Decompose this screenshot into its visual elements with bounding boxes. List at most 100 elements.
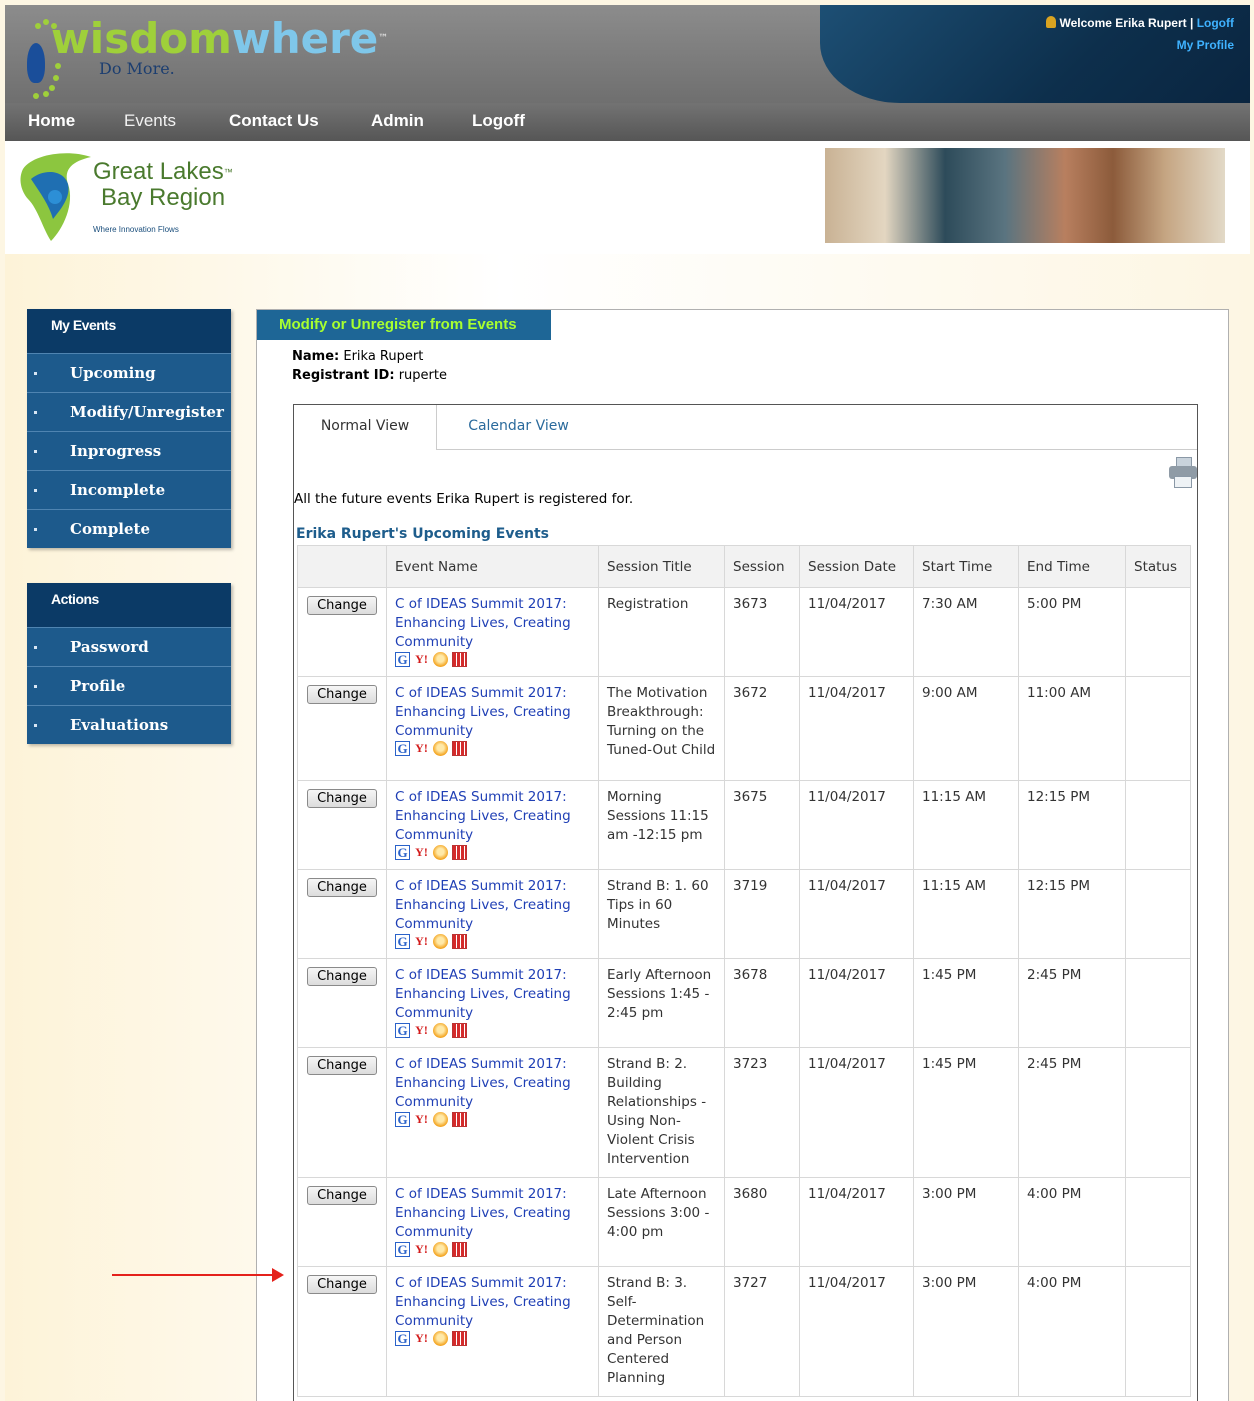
yahoo-calendar-icon[interactable]: Y! <box>414 934 429 949</box>
event-name-cell: C of IDEAS Summit 2017: Enhancing Lives,… <box>386 676 599 781</box>
end-time-cell: 4:00 PM <box>1018 1177 1126 1267</box>
outlook-calendar-icon[interactable] <box>433 1242 448 1257</box>
event-name-link[interactable]: C of IDEAS Summit 2017: Enhancing Lives,… <box>395 966 590 1023</box>
start-time-cell: 1:45 PM <box>913 1047 1019 1178</box>
event-name-link[interactable]: C of IDEAS Summit 2017: Enhancing Lives,… <box>395 1055 590 1112</box>
google-calendar-icon[interactable]: G <box>395 845 410 860</box>
outlook-calendar-icon[interactable] <box>433 1112 448 1127</box>
google-calendar-icon[interactable]: G <box>395 1023 410 1038</box>
sidebar-item-password[interactable]: Password <box>27 627 231 666</box>
event-name-link[interactable]: C of IDEAS Summit 2017: Enhancing Lives,… <box>395 788 590 845</box>
wisdomwhere-logo[interactable]: wisdomwhere™ Do More. <box>27 14 388 99</box>
session-title-cell: Late Afternoon Sessions 3:00 - 4:00 pm <box>598 1177 725 1267</box>
intro-text: All the future events Erika Rupert is re… <box>294 491 634 507</box>
sidebar-item-evaluations[interactable]: Evaluations <box>27 705 231 744</box>
logoff-link[interactable]: Logoff <box>1197 16 1234 30</box>
action-cell: Change <box>297 780 387 870</box>
change-button[interactable]: Change <box>307 1275 377 1294</box>
ical-calendar-icon[interactable] <box>452 1331 467 1346</box>
action-cell: Change <box>297 1177 387 1267</box>
yahoo-calendar-icon[interactable]: Y! <box>414 652 429 667</box>
google-calendar-icon[interactable]: G <box>395 741 410 756</box>
status-cell <box>1125 676 1191 781</box>
outlook-calendar-icon[interactable] <box>433 1023 448 1038</box>
sidebar-item-complete[interactable]: Complete <box>27 509 231 548</box>
start-time-cell: 11:15 AM <box>913 869 1019 959</box>
yahoo-calendar-icon[interactable]: Y! <box>414 845 429 860</box>
google-calendar-icon[interactable]: G <box>395 1242 410 1257</box>
nav-logoff[interactable]: Logoff <box>472 111 525 131</box>
yahoo-calendar-icon[interactable]: Y! <box>414 741 429 756</box>
logo-secondary: where <box>231 14 379 63</box>
event-name-link[interactable]: C of IDEAS Summit 2017: Enhancing Lives,… <box>395 877 590 934</box>
change-button[interactable]: Change <box>307 967 377 986</box>
change-button[interactable]: Change <box>307 789 377 808</box>
end-time-cell: 12:15 PM <box>1018 780 1126 870</box>
printer-icon[interactable] <box>1169 457 1197 489</box>
outlook-calendar-icon[interactable] <box>433 845 448 860</box>
event-name-link[interactable]: C of IDEAS Summit 2017: Enhancing Lives,… <box>395 684 590 741</box>
ical-calendar-icon[interactable] <box>452 652 467 667</box>
col-header-session: Session <box>724 545 800 588</box>
calendar-icons: G Y! <box>395 1331 590 1347</box>
event-name-link[interactable]: C of IDEAS Summit 2017: Enhancing Lives,… <box>395 1185 590 1242</box>
sidebar-item-upcoming[interactable]: Upcoming <box>27 353 231 392</box>
my-profile-link[interactable]: My Profile <box>1177 38 1234 52</box>
ical-calendar-icon[interactable] <box>452 934 467 949</box>
change-button[interactable]: Change <box>307 1056 377 1075</box>
yahoo-calendar-icon[interactable]: Y! <box>414 1112 429 1127</box>
sidebar-item-incomplete[interactable]: Incomplete <box>27 470 231 509</box>
change-button[interactable]: Change <box>307 878 377 897</box>
change-button[interactable]: Change <box>307 596 377 615</box>
region-line1: Great Lakes <box>93 158 224 185</box>
event-name-cell: C of IDEAS Summit 2017: Enhancing Lives,… <box>386 1177 599 1267</box>
session-title-cell: The Motivation Breakthrough: Turning on … <box>598 676 725 781</box>
nav-admin[interactable]: Admin <box>371 111 424 131</box>
session-cell: 3723 <box>724 1047 800 1178</box>
nav-contact-us[interactable]: Contact Us <box>229 111 319 131</box>
outlook-calendar-icon[interactable] <box>433 934 448 949</box>
session-title-cell: Strand B: 2. Building Relationships - Us… <box>598 1047 725 1178</box>
yahoo-calendar-icon[interactable]: Y! <box>414 1331 429 1346</box>
sidebar-item-profile[interactable]: Profile <box>27 666 231 705</box>
session-date-cell: 11/04/2017 <box>799 780 914 870</box>
yahoo-calendar-icon[interactable]: Y! <box>414 1023 429 1038</box>
event-name-link[interactable]: C of IDEAS Summit 2017: Enhancing Lives,… <box>395 1274 590 1331</box>
google-calendar-icon[interactable]: G <box>395 652 410 667</box>
sidebar-item-modify-unregister[interactable]: Modify/Unregister <box>27 392 231 431</box>
welcome-area: Welcome Erika Rupert | Logoff My Profile <box>1046 12 1234 56</box>
nav-events[interactable]: Events <box>124 111 176 131</box>
session-cell: 3680 <box>724 1177 800 1267</box>
session-cell: 3678 <box>724 958 800 1048</box>
change-button[interactable]: Change <box>307 685 377 704</box>
tab-normal-view[interactable]: Normal View <box>294 405 437 450</box>
outlook-calendar-icon[interactable] <box>433 652 448 667</box>
end-time-cell: 5:00 PM <box>1018 587 1126 677</box>
event-name-cell: C of IDEAS Summit 2017: Enhancing Lives,… <box>386 780 599 870</box>
status-cell <box>1125 958 1191 1048</box>
table-row: Change C of IDEAS Summit 2017: Enhancing … <box>297 958 1191 1048</box>
outlook-calendar-icon[interactable] <box>433 1331 448 1346</box>
event-name-cell: C of IDEAS Summit 2017: Enhancing Lives,… <box>386 1047 599 1178</box>
google-calendar-icon[interactable]: G <box>395 1112 410 1127</box>
status-cell <box>1125 1047 1191 1178</box>
ical-calendar-icon[interactable] <box>452 1023 467 1038</box>
action-cell: Change <box>297 676 387 781</box>
google-calendar-icon[interactable]: G <box>395 934 410 949</box>
yahoo-calendar-icon[interactable]: Y! <box>414 1242 429 1257</box>
ical-calendar-icon[interactable] <box>452 1112 467 1127</box>
action-cell: Change <box>297 1266 387 1397</box>
outlook-calendar-icon[interactable] <box>433 741 448 756</box>
classroom-photo-banner <box>825 148 1225 243</box>
ical-calendar-icon[interactable] <box>452 741 467 756</box>
start-time-cell: 7:30 AM <box>913 587 1019 677</box>
tab-calendar-view[interactable]: Calendar View <box>437 405 600 450</box>
event-name-link[interactable]: C of IDEAS Summit 2017: Enhancing Lives,… <box>395 595 590 652</box>
ical-calendar-icon[interactable] <box>452 845 467 860</box>
ical-calendar-icon[interactable] <box>452 1242 467 1257</box>
change-button[interactable]: Change <box>307 1186 377 1205</box>
google-calendar-icon[interactable]: G <box>395 1331 410 1346</box>
nav-home[interactable]: Home <box>28 111 75 131</box>
sidebar-item-inprogress[interactable]: Inprogress <box>27 431 231 470</box>
session-date-cell: 11/04/2017 <box>799 958 914 1048</box>
